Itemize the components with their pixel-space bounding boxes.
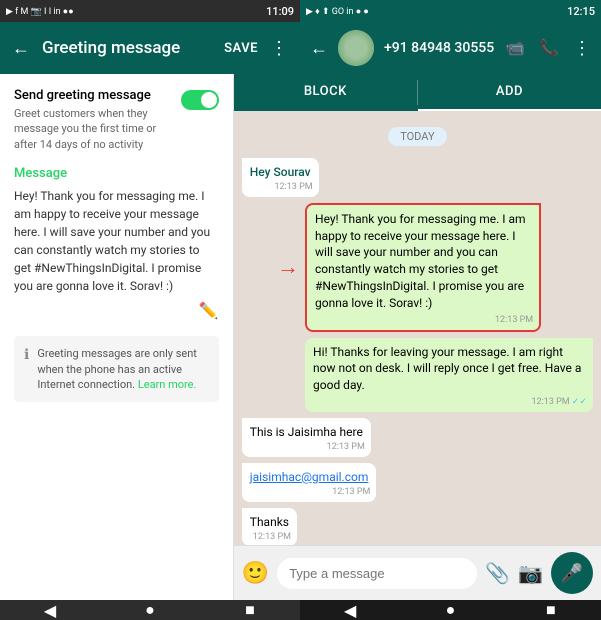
msg-time: 12:13 PM: [274, 181, 312, 194]
list-item: → Hey! Thank you for messaging me. I am …: [305, 203, 593, 332]
info-text: Greeting messages are only sent when the…: [37, 346, 208, 392]
nav-back-icon[interactable]: ◀: [40, 600, 60, 620]
voice-call-icon[interactable]: 📞: [539, 38, 559, 59]
nav-home-icon[interactable]: ●: [140, 600, 160, 620]
msg-text: Hi! Thanks for leaving your message. I a…: [313, 345, 581, 393]
nav-right-back-icon[interactable]: ◀: [340, 600, 360, 620]
msg-time: 12:13 PM ✓✓: [531, 396, 587, 409]
edit-icon[interactable]: ✏️: [14, 301, 219, 320]
page-title: Greeting message: [42, 38, 212, 58]
list-item: Hey Sourav 12:13 PM: [242, 158, 319, 197]
message-label: Message: [14, 166, 219, 181]
emoji-icon[interactable]: 🙂: [242, 561, 269, 586]
learn-more-link[interactable]: Learn more.: [138, 378, 197, 391]
list-item: Thanks 12:13 PM: [242, 508, 297, 545]
info-box: ℹ Greeting messages are only sent when t…: [14, 336, 219, 402]
left-status-time: 11:09: [266, 5, 294, 18]
message-body: Hey! Thank you for messaging me. I am ha…: [14, 187, 219, 295]
input-bar: 🙂 📎 📷 🎤: [234, 545, 601, 600]
greeting-toggle-section: Send greeting message Greet customers wh…: [14, 88, 181, 152]
more-options-icon[interactable]: ⋮: [270, 38, 288, 59]
msg-text: Hey! Thank you for messaging me. I am ha…: [315, 212, 526, 310]
greeting-description: Greet customers when they message you th…: [14, 106, 181, 152]
right-status-time: 12:15: [567, 5, 595, 18]
left-status-icons: ▶ f M 📷 I I in ●●: [6, 6, 74, 17]
msg-text: Thanks: [250, 515, 289, 529]
arrow-indicator-icon: →: [277, 254, 299, 280]
highlighted-message: Hey! Thank you for messaging me. I am ha…: [305, 203, 541, 332]
block-add-bar: BLOCK ADD: [234, 74, 601, 111]
info-icon: ℹ: [24, 347, 29, 363]
list-item: Hi! Thanks for leaving your message. I a…: [305, 338, 593, 412]
greeting-toggle[interactable]: [181, 90, 219, 110]
msg-time: 12:13 PM: [332, 486, 370, 499]
back-arrow-icon[interactable]: ←: [12, 38, 30, 59]
msg-time: 12:13 PM: [253, 531, 291, 544]
right-status-icons: ▶ ♦ ⬆ GO in ● ●: [306, 6, 369, 17]
block-button[interactable]: BLOCK: [234, 74, 417, 111]
contact-avatar: [338, 30, 374, 66]
toggle-knob: [201, 92, 217, 108]
contact-info: +91 84948 30555: [384, 40, 495, 56]
contact-name: +91 84948 30555: [384, 40, 495, 56]
save-button[interactable]: SAVE: [224, 41, 258, 56]
today-label: TODAY: [242, 125, 593, 146]
today-badge: TODAY: [388, 127, 446, 146]
video-call-icon[interactable]: 📹: [505, 38, 525, 59]
list-item: This is Jaisimha here 12:13 PM: [242, 418, 371, 457]
right-back-icon[interactable]: ←: [310, 38, 328, 59]
right-more-icon[interactable]: ⋮: [573, 38, 591, 59]
message-input[interactable]: [277, 558, 477, 589]
msg-text: jaisimhac@gmail.com: [250, 470, 369, 484]
msg-sender: Hey Sourav: [250, 164, 311, 181]
mic-button[interactable]: 🎤: [551, 552, 593, 594]
nav-recents-icon[interactable]: ■: [240, 600, 260, 620]
list-item: jaisimhac@gmail.com 12:13 PM: [242, 463, 377, 502]
msg-time: 12:13 PM: [495, 314, 533, 327]
chat-area: TODAY Hey Sourav 12:13 PM → Hey! Thank y…: [234, 111, 601, 545]
msg-time: 12:13 PM: [327, 441, 365, 454]
nav-right-recents-icon[interactable]: ■: [541, 600, 561, 620]
add-button[interactable]: ADD: [418, 74, 601, 111]
msg-text: This is Jaisimha here: [250, 425, 363, 439]
greeting-heading: Send greeting message: [14, 88, 181, 103]
attach-icon[interactable]: 📎: [485, 561, 510, 585]
nav-right-home-icon[interactable]: ●: [440, 600, 460, 620]
camera-icon[interactable]: 📷: [518, 561, 543, 585]
